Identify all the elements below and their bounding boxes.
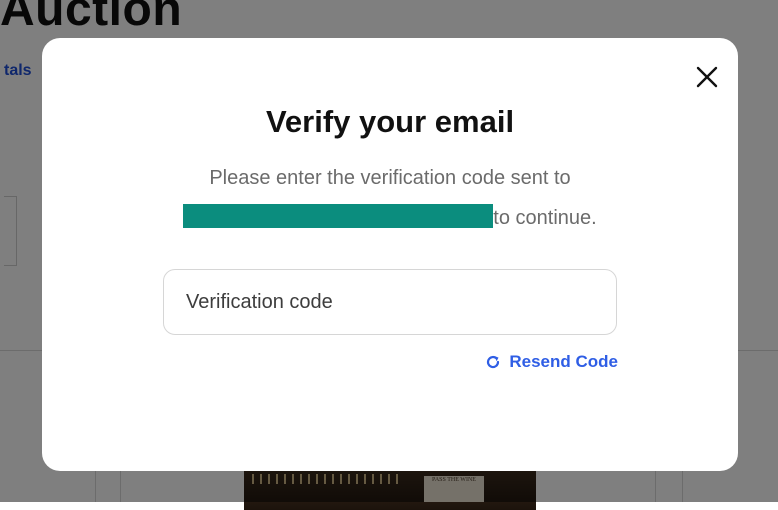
modal-instructions: Please enter the verification code sent … <box>42 158 738 238</box>
instruction-line-2: to continue. <box>42 198 738 238</box>
resend-code-label: Resend Code <box>509 352 618 371</box>
redacted-email <box>183 204 494 228</box>
verify-email-modal: Verify your email Please enter the verif… <box>42 38 738 471</box>
instruction-line-1: Please enter the verification code sent … <box>209 167 571 189</box>
close-button[interactable] <box>694 64 720 90</box>
resend-code-button[interactable]: Resend Code <box>485 352 618 372</box>
refresh-icon <box>487 355 500 369</box>
instruction-suffix: to continue. <box>493 207 597 229</box>
modal-title: Verify your email <box>265 104 515 139</box>
verification-code-input[interactable] <box>163 269 617 335</box>
close-icon <box>696 66 718 88</box>
